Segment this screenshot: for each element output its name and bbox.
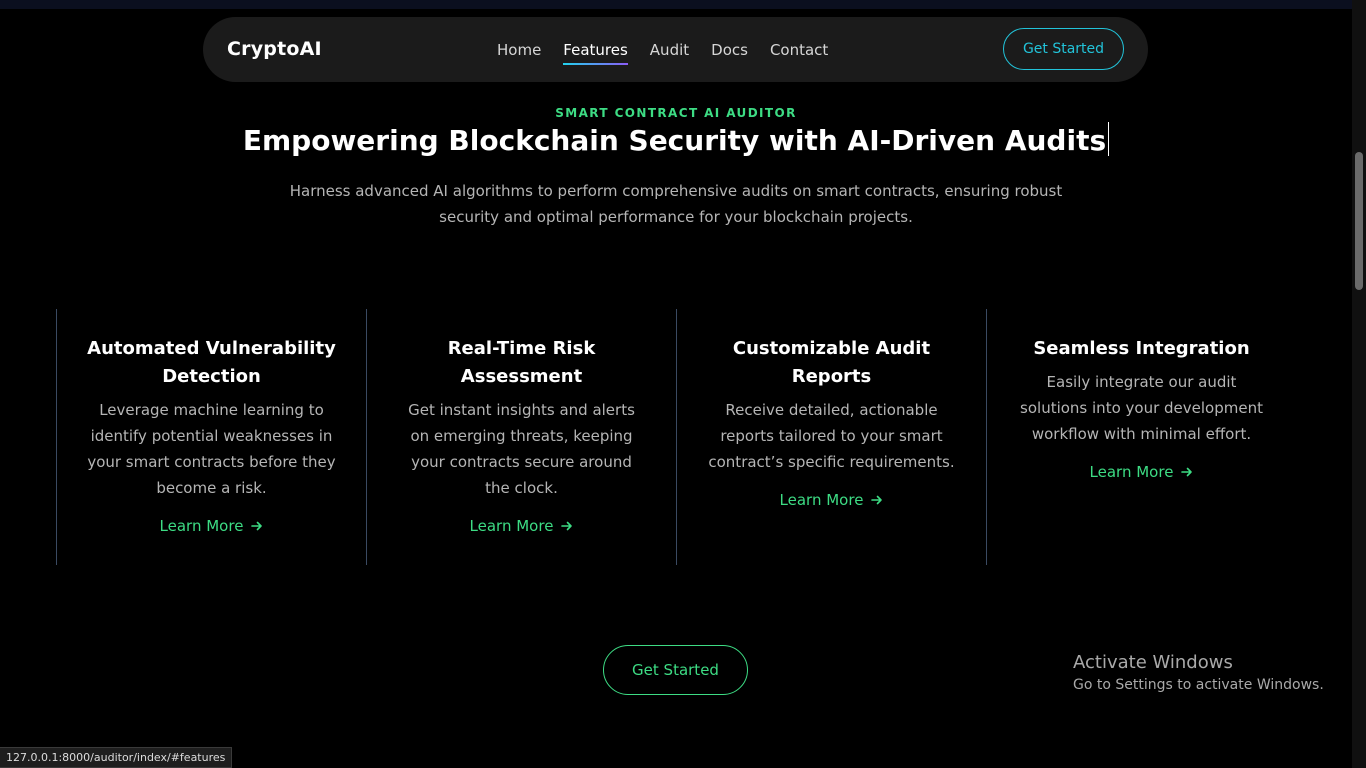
feature-title: Customizable Audit Reports bbox=[732, 338, 931, 387]
nav-links: Home Features Audit Docs Contact bbox=[497, 17, 850, 82]
brand-logo[interactable]: CryptoAI bbox=[227, 17, 322, 82]
feature-title: Automated Vulnerability Detection bbox=[87, 338, 336, 387]
top-strip bbox=[0, 0, 1352, 9]
feature-title: Seamless Integration bbox=[1033, 338, 1250, 359]
get-started-button[interactable]: Get Started bbox=[603, 645, 748, 695]
navbar-get-started-button[interactable]: Get Started bbox=[1003, 28, 1124, 70]
feature-description: Leverage machine learning to identify po… bbox=[87, 401, 336, 497]
text-caret bbox=[1108, 122, 1110, 156]
nav-link-docs[interactable]: Docs bbox=[711, 41, 748, 59]
activate-windows-watermark: Activate Windows Go to Settings to activ… bbox=[1073, 652, 1324, 695]
feature-card-seamless-integration: Seamless Integration Easily integrate ou… bbox=[986, 309, 1296, 565]
hero-eyebrow: SMART CONTRACT AI AUDITOR bbox=[555, 106, 797, 120]
nav-link-audit[interactable]: Audit bbox=[650, 41, 689, 59]
arrow-right-icon bbox=[1181, 467, 1193, 477]
features-grid: Automated Vulnerability Detection Levera… bbox=[56, 309, 1296, 565]
scrollbar-thumb[interactable] bbox=[1355, 152, 1363, 290]
feature-title: Real-Time Risk Assessment bbox=[447, 338, 596, 387]
hero-title-text: Empowering Blockchain Security with AI-D… bbox=[242, 124, 1107, 157]
nav-link-contact[interactable]: Contact bbox=[770, 41, 828, 59]
nav-link-features[interactable]: Features bbox=[563, 41, 628, 65]
arrow-right-icon bbox=[251, 521, 263, 531]
arrow-right-icon bbox=[871, 495, 883, 505]
feature-description: Get instant insights and alerts on emerg… bbox=[408, 401, 635, 497]
learn-more-link[interactable]: Learn More bbox=[470, 517, 574, 535]
page-scrollbar[interactable] bbox=[1352, 0, 1366, 768]
hero-title: Empowering Blockchain Security with AI-D… bbox=[0, 122, 1352, 157]
feature-card-vulnerability-detection: Automated Vulnerability Detection Levera… bbox=[56, 309, 366, 565]
learn-more-link[interactable]: Learn More bbox=[1090, 463, 1194, 481]
learn-more-label: Learn More bbox=[159, 517, 244, 535]
feature-card-risk-assessment: Real-Time Risk Assessment Get instant in… bbox=[366, 309, 676, 565]
feature-description: Easily integrate our audit solutions int… bbox=[1020, 373, 1263, 443]
hero-subtitle: Harness advanced AI algorithms to perfor… bbox=[289, 182, 1063, 226]
feature-description: Receive detailed, actionable reports tai… bbox=[708, 401, 955, 471]
arrow-right-icon bbox=[561, 521, 573, 531]
feature-card-audit-reports: Customizable Audit Reports Receive detai… bbox=[676, 309, 986, 565]
learn-more-label: Learn More bbox=[469, 517, 554, 535]
navbar: CryptoAI Home Features Audit Docs Contac… bbox=[203, 17, 1148, 82]
learn-more-link[interactable]: Learn More bbox=[780, 491, 884, 509]
status-bar-url: 127.0.0.1:8000/auditor/index/#features bbox=[0, 747, 233, 768]
nav-link-home[interactable]: Home bbox=[497, 41, 541, 59]
activate-windows-subtitle: Go to Settings to activate Windows. bbox=[1073, 677, 1324, 693]
learn-more-link[interactable]: Learn More bbox=[160, 517, 264, 535]
learn-more-label: Learn More bbox=[1089, 463, 1174, 481]
activate-windows-title: Activate Windows bbox=[1073, 652, 1233, 673]
learn-more-label: Learn More bbox=[779, 491, 864, 509]
